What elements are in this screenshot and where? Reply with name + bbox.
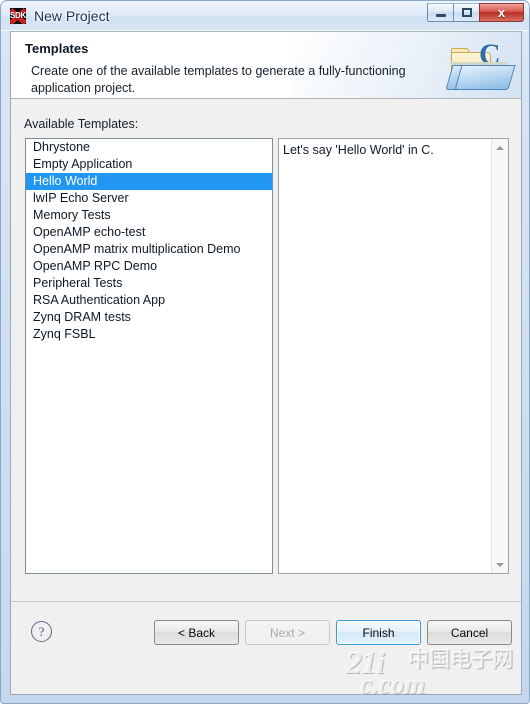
scroll-up-triangle xyxy=(496,145,504,150)
close-button[interactable]: x xyxy=(479,3,524,22)
list-item[interactable]: lwIP Echo Server xyxy=(26,190,272,207)
title-bar[interactable]: SDK New Project x xyxy=(1,1,529,31)
back-button[interactable]: < Back xyxy=(154,620,239,645)
list-item[interactable]: Empty Application xyxy=(26,156,272,173)
list-item[interactable]: Memory Tests xyxy=(26,207,272,224)
new-project-dialog-window: SDK New Project x Templates Create one o… xyxy=(0,0,530,704)
next-button: Next > xyxy=(245,620,330,645)
scroll-down-triangle xyxy=(496,562,504,567)
list-item[interactable]: Peripheral Tests xyxy=(26,275,272,292)
wizard-body: Available Templates: Dhrystone Empty Appl… xyxy=(11,99,521,665)
list-item[interactable]: Dhrystone xyxy=(26,139,272,156)
maximize-icon xyxy=(461,8,472,17)
maximize-button[interactable] xyxy=(453,3,480,22)
sdk-icon: SDK xyxy=(10,8,26,24)
list-item[interactable]: Hello World xyxy=(26,173,272,190)
cancel-button[interactable]: Cancel xyxy=(427,620,512,645)
dialog-footer: ? < Back Next > Finish Cancel xyxy=(11,601,521,665)
template-description-panel: Let's say 'Hello World' in C. xyxy=(278,138,509,574)
list-item[interactable]: RSA Authentication App xyxy=(26,292,272,309)
page-title: Templates xyxy=(25,41,89,56)
list-item[interactable]: OpenAMP RPC Demo xyxy=(26,258,272,275)
help-button[interactable]: ? xyxy=(31,621,52,642)
available-templates-list[interactable]: Dhrystone Empty Application Hello World lwI… xyxy=(25,138,273,574)
folder-c-icon: C xyxy=(445,40,516,92)
window-title: New Project xyxy=(34,8,110,24)
scroll-up-arrow-icon[interactable] xyxy=(492,139,508,156)
available-templates-label: Available Templates: xyxy=(24,117,139,131)
dialog-button-row: < Back Next > Finish Cancel xyxy=(154,620,512,645)
caption-button-group: x xyxy=(427,3,524,22)
minimize-icon xyxy=(435,13,446,17)
minimize-button[interactable] xyxy=(427,3,454,22)
wizard-header: Templates Create one of the available te… xyxy=(11,32,521,99)
description-scrollbar[interactable] xyxy=(491,139,508,573)
list-item[interactable]: Zynq FSBL xyxy=(26,326,272,343)
sdk-icon-label: SDK xyxy=(10,11,26,20)
list-item[interactable]: OpenAMP matrix multiplication Demo xyxy=(26,241,272,258)
list-item[interactable]: Zynq DRAM tests xyxy=(26,309,272,326)
folder-front-panel-highlight xyxy=(454,65,516,90)
page-description: Create one of the available templates to… xyxy=(31,64,406,95)
dialog-client-area: Templates Create one of the available te… xyxy=(10,31,522,695)
template-description-text: Let's say 'Hello World' in C. xyxy=(283,143,434,157)
finish-button[interactable]: Finish xyxy=(336,620,421,645)
close-icon: x xyxy=(497,5,506,20)
scroll-down-arrow-icon[interactable] xyxy=(492,556,508,573)
list-item[interactable]: OpenAMP echo-test xyxy=(26,224,272,241)
